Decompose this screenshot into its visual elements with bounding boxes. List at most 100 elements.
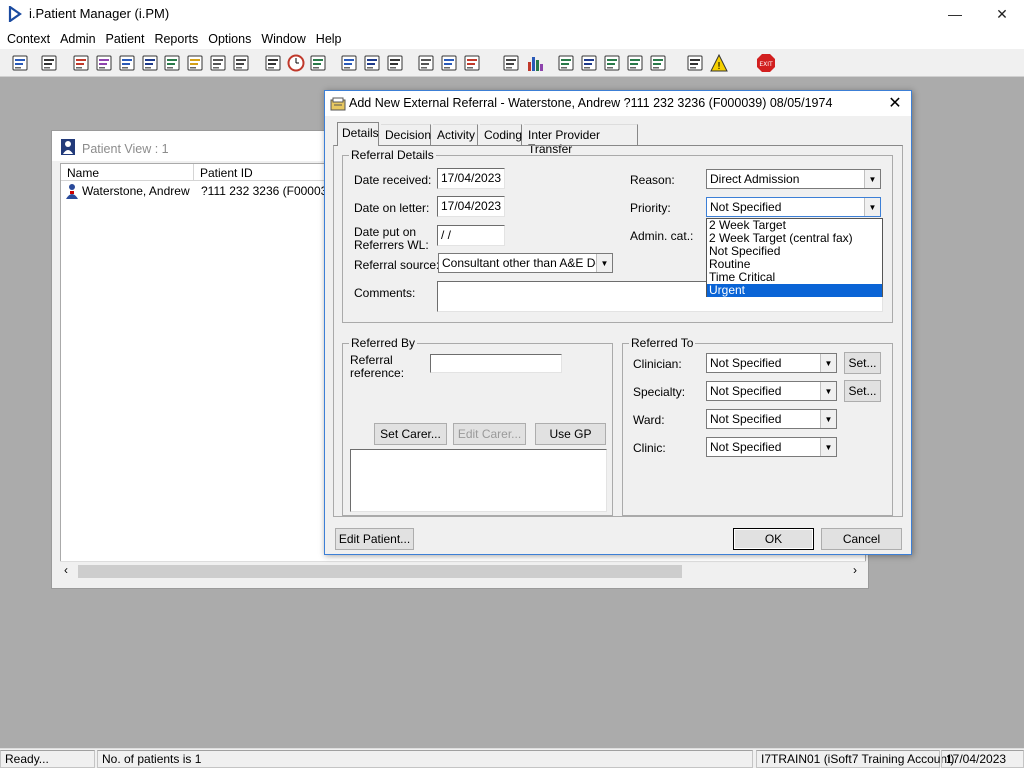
ok-button[interactable]: OK	[733, 528, 814, 550]
monitor-icon[interactable]	[307, 52, 329, 74]
chevron-down-icon[interactable]: ▼	[820, 354, 836, 372]
chevron-down-icon[interactable]: ▼	[820, 410, 836, 428]
globe-icon[interactable]	[555, 52, 577, 74]
bar-chart-icon[interactable]	[524, 52, 546, 74]
notes-icon[interactable]	[184, 52, 206, 74]
clinic-label: Clinic:	[633, 441, 666, 455]
chart-icon[interactable]	[361, 52, 383, 74]
download-icon[interactable]	[624, 52, 646, 74]
clinician-icon[interactable]	[161, 52, 183, 74]
set-clinician-button[interactable]: Set...	[844, 352, 881, 374]
report-icon[interactable]	[338, 52, 360, 74]
referral-source-label: Referral source:	[354, 258, 440, 272]
status-text: Ready...	[0, 750, 95, 768]
comments-label: Comments:	[354, 286, 416, 300]
date-put-on-field[interactable]: / /	[437, 225, 505, 246]
menu-reports[interactable]: Reports	[149, 30, 203, 48]
app-logo-icon	[8, 6, 22, 22]
ambulance-icon[interactable]	[230, 52, 252, 74]
patient-icon	[66, 184, 78, 199]
swap-icon[interactable]	[684, 52, 706, 74]
toolbar: ! EXIT	[0, 49, 1024, 77]
date-received-field[interactable]: 17/04/2023	[437, 168, 505, 189]
chevron-down-icon[interactable]: ▼	[864, 170, 880, 188]
document-icon[interactable]	[415, 52, 437, 74]
menu-options[interactable]: Options	[203, 30, 256, 48]
tab-decision[interactable]: Decision	[381, 124, 431, 145]
dialog-titlebar: Add New External Referral - Waterstone, …	[325, 91, 911, 116]
set-carer-button[interactable]: Set Carer...	[374, 423, 447, 445]
menu-context[interactable]: Context	[2, 30, 55, 48]
edit-icon[interactable]	[578, 52, 600, 74]
cart-icon[interactable]	[461, 52, 483, 74]
svg-text:!: !	[717, 61, 721, 72]
edit-carer-button: Edit Carer...	[453, 423, 526, 445]
menu-window[interactable]: Window	[256, 30, 310, 48]
column-header-name[interactable]: Name	[61, 164, 194, 181]
clinician-select[interactable]: Not Specified ▼	[706, 353, 837, 373]
clinician-value: Not Specified	[710, 356, 782, 370]
reason-value: Direct Admission	[710, 172, 800, 186]
page-icon[interactable]	[500, 52, 522, 74]
priority-label: Priority:	[630, 201, 671, 215]
tab-details[interactable]: Details	[337, 122, 379, 146]
scroll-left-icon[interactable]: ‹	[64, 563, 68, 577]
specialty-select[interactable]: Not Specified ▼	[706, 381, 837, 401]
transport-icon[interactable]	[207, 52, 229, 74]
book-icon[interactable]	[70, 52, 92, 74]
app-title: i.Patient Manager (i.PM)	[29, 6, 170, 21]
cancel-button[interactable]: Cancel	[821, 528, 902, 550]
menu-patient[interactable]: Patient	[101, 30, 150, 48]
chevron-down-icon[interactable]: ▼	[864, 198, 880, 216]
menu-help[interactable]: Help	[311, 30, 347, 48]
scroll-right-icon[interactable]: ›	[853, 563, 857, 577]
referral-source-select[interactable]: Consultant other than A&E Dept ▼	[438, 253, 613, 273]
schedule-icon[interactable]	[116, 52, 138, 74]
priority-option-highlighted[interactable]: Urgent	[707, 284, 882, 297]
menu-bar: Context Admin Patient Reports Options Wi…	[0, 28, 1024, 49]
chevron-down-icon[interactable]: ▼	[596, 254, 612, 272]
clock-icon[interactable]	[285, 52, 307, 74]
ward-select[interactable]: Not Specified ▼	[706, 409, 837, 429]
search-icon[interactable]	[262, 52, 284, 74]
clinician-label: Clinician:	[633, 357, 682, 371]
referral-icon[interactable]	[93, 52, 115, 74]
set-specialty-button[interactable]: Set...	[844, 380, 881, 402]
tab-coding[interactable]: Coding	[480, 124, 522, 145]
chevron-down-icon[interactable]: ▼	[820, 438, 836, 456]
horizontal-scrollbar[interactable]: ‹ ›	[60, 561, 866, 579]
tab-inter-provider-transfer[interactable]: Inter Provider Transfer	[524, 124, 638, 156]
edit-patient-button[interactable]: Edit Patient...	[335, 528, 414, 550]
use-gp-button[interactable]: Use GP	[535, 423, 606, 445]
patient-icon[interactable]	[9, 52, 31, 74]
referred-to-legend: Referred To	[629, 336, 696, 350]
upload-icon[interactable]	[647, 52, 669, 74]
printer-icon[interactable]	[438, 52, 460, 74]
chevron-down-icon[interactable]: ▼	[820, 382, 836, 400]
warning-icon[interactable]: !	[708, 52, 730, 74]
status-date: 17/04/2023	[941, 750, 1024, 768]
close-app-button[interactable]: ✕	[979, 0, 1024, 28]
reason-select[interactable]: Direct Admission ▼	[706, 169, 881, 189]
referral-icon	[330, 97, 346, 111]
calendar-icon[interactable]	[384, 52, 406, 74]
svg-text:EXIT: EXIT	[759, 61, 773, 68]
referral-reference-field[interactable]	[430, 354, 562, 373]
priority-dropdown-list: 2 Week Target 2 Week Target (central fax…	[706, 218, 883, 297]
referral-details-legend: Referral Details	[349, 148, 436, 162]
exit-icon[interactable]: EXIT	[755, 52, 777, 74]
menu-admin[interactable]: Admin	[55, 30, 100, 48]
tab-activity[interactable]: Activity	[433, 124, 478, 145]
ward-label: Ward:	[633, 413, 665, 427]
register-icon[interactable]	[38, 52, 60, 74]
scrollbar-thumb[interactable]	[78, 565, 682, 578]
transfer-icon[interactable]	[601, 52, 623, 74]
clinic-select[interactable]: Not Specified ▼	[706, 437, 837, 457]
dialog-close-button[interactable]: ✕	[883, 93, 907, 113]
status-bar: Ready... No. of patients is 1 I7TRAIN01 …	[0, 748, 1024, 768]
date-on-letter-field[interactable]: 17/04/2023	[437, 196, 505, 217]
priority-select[interactable]: Not Specified ▼	[706, 197, 881, 217]
priority-value: Not Specified	[710, 200, 782, 214]
patient-count: No. of patients is 1	[97, 750, 753, 768]
mail-icon[interactable]	[139, 52, 161, 74]
